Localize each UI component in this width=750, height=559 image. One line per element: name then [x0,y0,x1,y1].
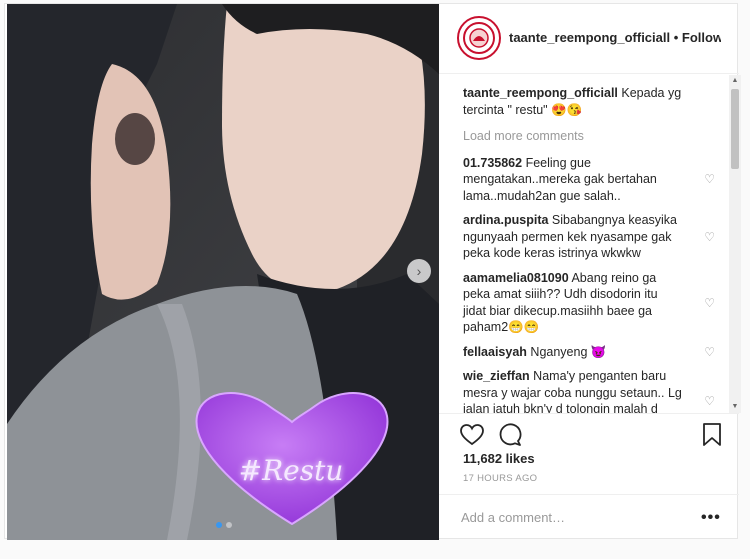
carousel-indicator [216,522,232,528]
post-timestamp[interactable]: 17 HOURS AGO [463,473,537,484]
carousel-dot-1 [216,522,222,528]
comment-username[interactable]: ardina.puspita [463,213,548,227]
post-header: taante_reempong_officiall • Following [439,4,739,74]
post-sidebar: taante_reempong_officiall • Following ta… [439,4,741,540]
comment-item: fellaaisyah Nganyeng 😈 ♡ [439,344,729,361]
brand-logo-icon [463,22,495,54]
comment-heart-icon[interactable]: ♡ [704,294,715,311]
caption-username[interactable]: taante_reempong_officiall [463,86,618,100]
like-button[interactable] [459,422,485,448]
restu-sticker-text: #Restu [238,454,344,487]
next-slide-button[interactable]: › [407,259,431,283]
header-username-row: taante_reempong_officiall • Following [509,30,721,45]
comment-heart-icon[interactable]: ♡ [704,171,715,188]
post-media[interactable]: #Restu › [7,4,439,540]
header-username[interactable]: taante_reempong_officiall [509,30,670,45]
comment-item: 01.735862 Feeling gue mengatakan..mereka… [439,155,729,205]
comment-username[interactable]: wie_zieffan [463,369,530,383]
comment-button[interactable] [497,422,523,448]
load-more-comments-button[interactable]: Load more comments [439,128,729,145]
save-button[interactable] [699,422,725,448]
comment-heart-icon[interactable]: ♡ [704,229,715,246]
comment-username[interactable]: 01.735862 [463,156,522,170]
heart-icon [460,424,484,446]
post-container: #Restu › taante_reempong_officiall • Fol… [4,3,741,540]
comment-item: aamamelia081090 Abang reino ga peka amat… [439,270,729,336]
bookmark-icon [703,423,721,446]
comment-item: ardina.puspita Sibabangnya keasyika ngun… [439,212,729,262]
comment-username[interactable]: fellaaisyah [463,345,527,359]
scroll-down-arrow-icon[interactable]: ▼ [729,401,741,413]
header-separator: • [673,30,679,45]
caption: taante_reempong_officiall Kepada yg terc… [439,85,729,118]
scroll-up-arrow-icon[interactable]: ▲ [729,75,741,87]
comment-item: wie_zieffan Nama'y penganten baru mesra … [439,368,729,413]
following-button[interactable]: Following [682,30,721,45]
scroll-thumb[interactable] [731,89,739,169]
more-options-button[interactable]: ••• [701,509,721,527]
comment-text: Nganyeng 😈 [530,344,607,359]
add-comment-input[interactable] [461,507,681,527]
comments-scrollbar[interactable]: ▲ ▼ [729,75,741,413]
avatar[interactable] [457,16,501,60]
comment-bubble-icon [499,423,522,446]
likes-count[interactable]: 11,682 likes [463,451,535,466]
add-comment-section: ••• [439,494,739,540]
chevron-right-icon: › [416,263,422,279]
comment-heart-icon[interactable]: ♡ [704,344,715,361]
comment-username[interactable]: aamamelia081090 [463,271,569,285]
carousel-dot-2 [226,522,232,528]
comment-heart-icon[interactable]: ♡ [704,393,715,410]
comments-list: taante_reempong_officiall Kepada yg terc… [439,75,729,413]
